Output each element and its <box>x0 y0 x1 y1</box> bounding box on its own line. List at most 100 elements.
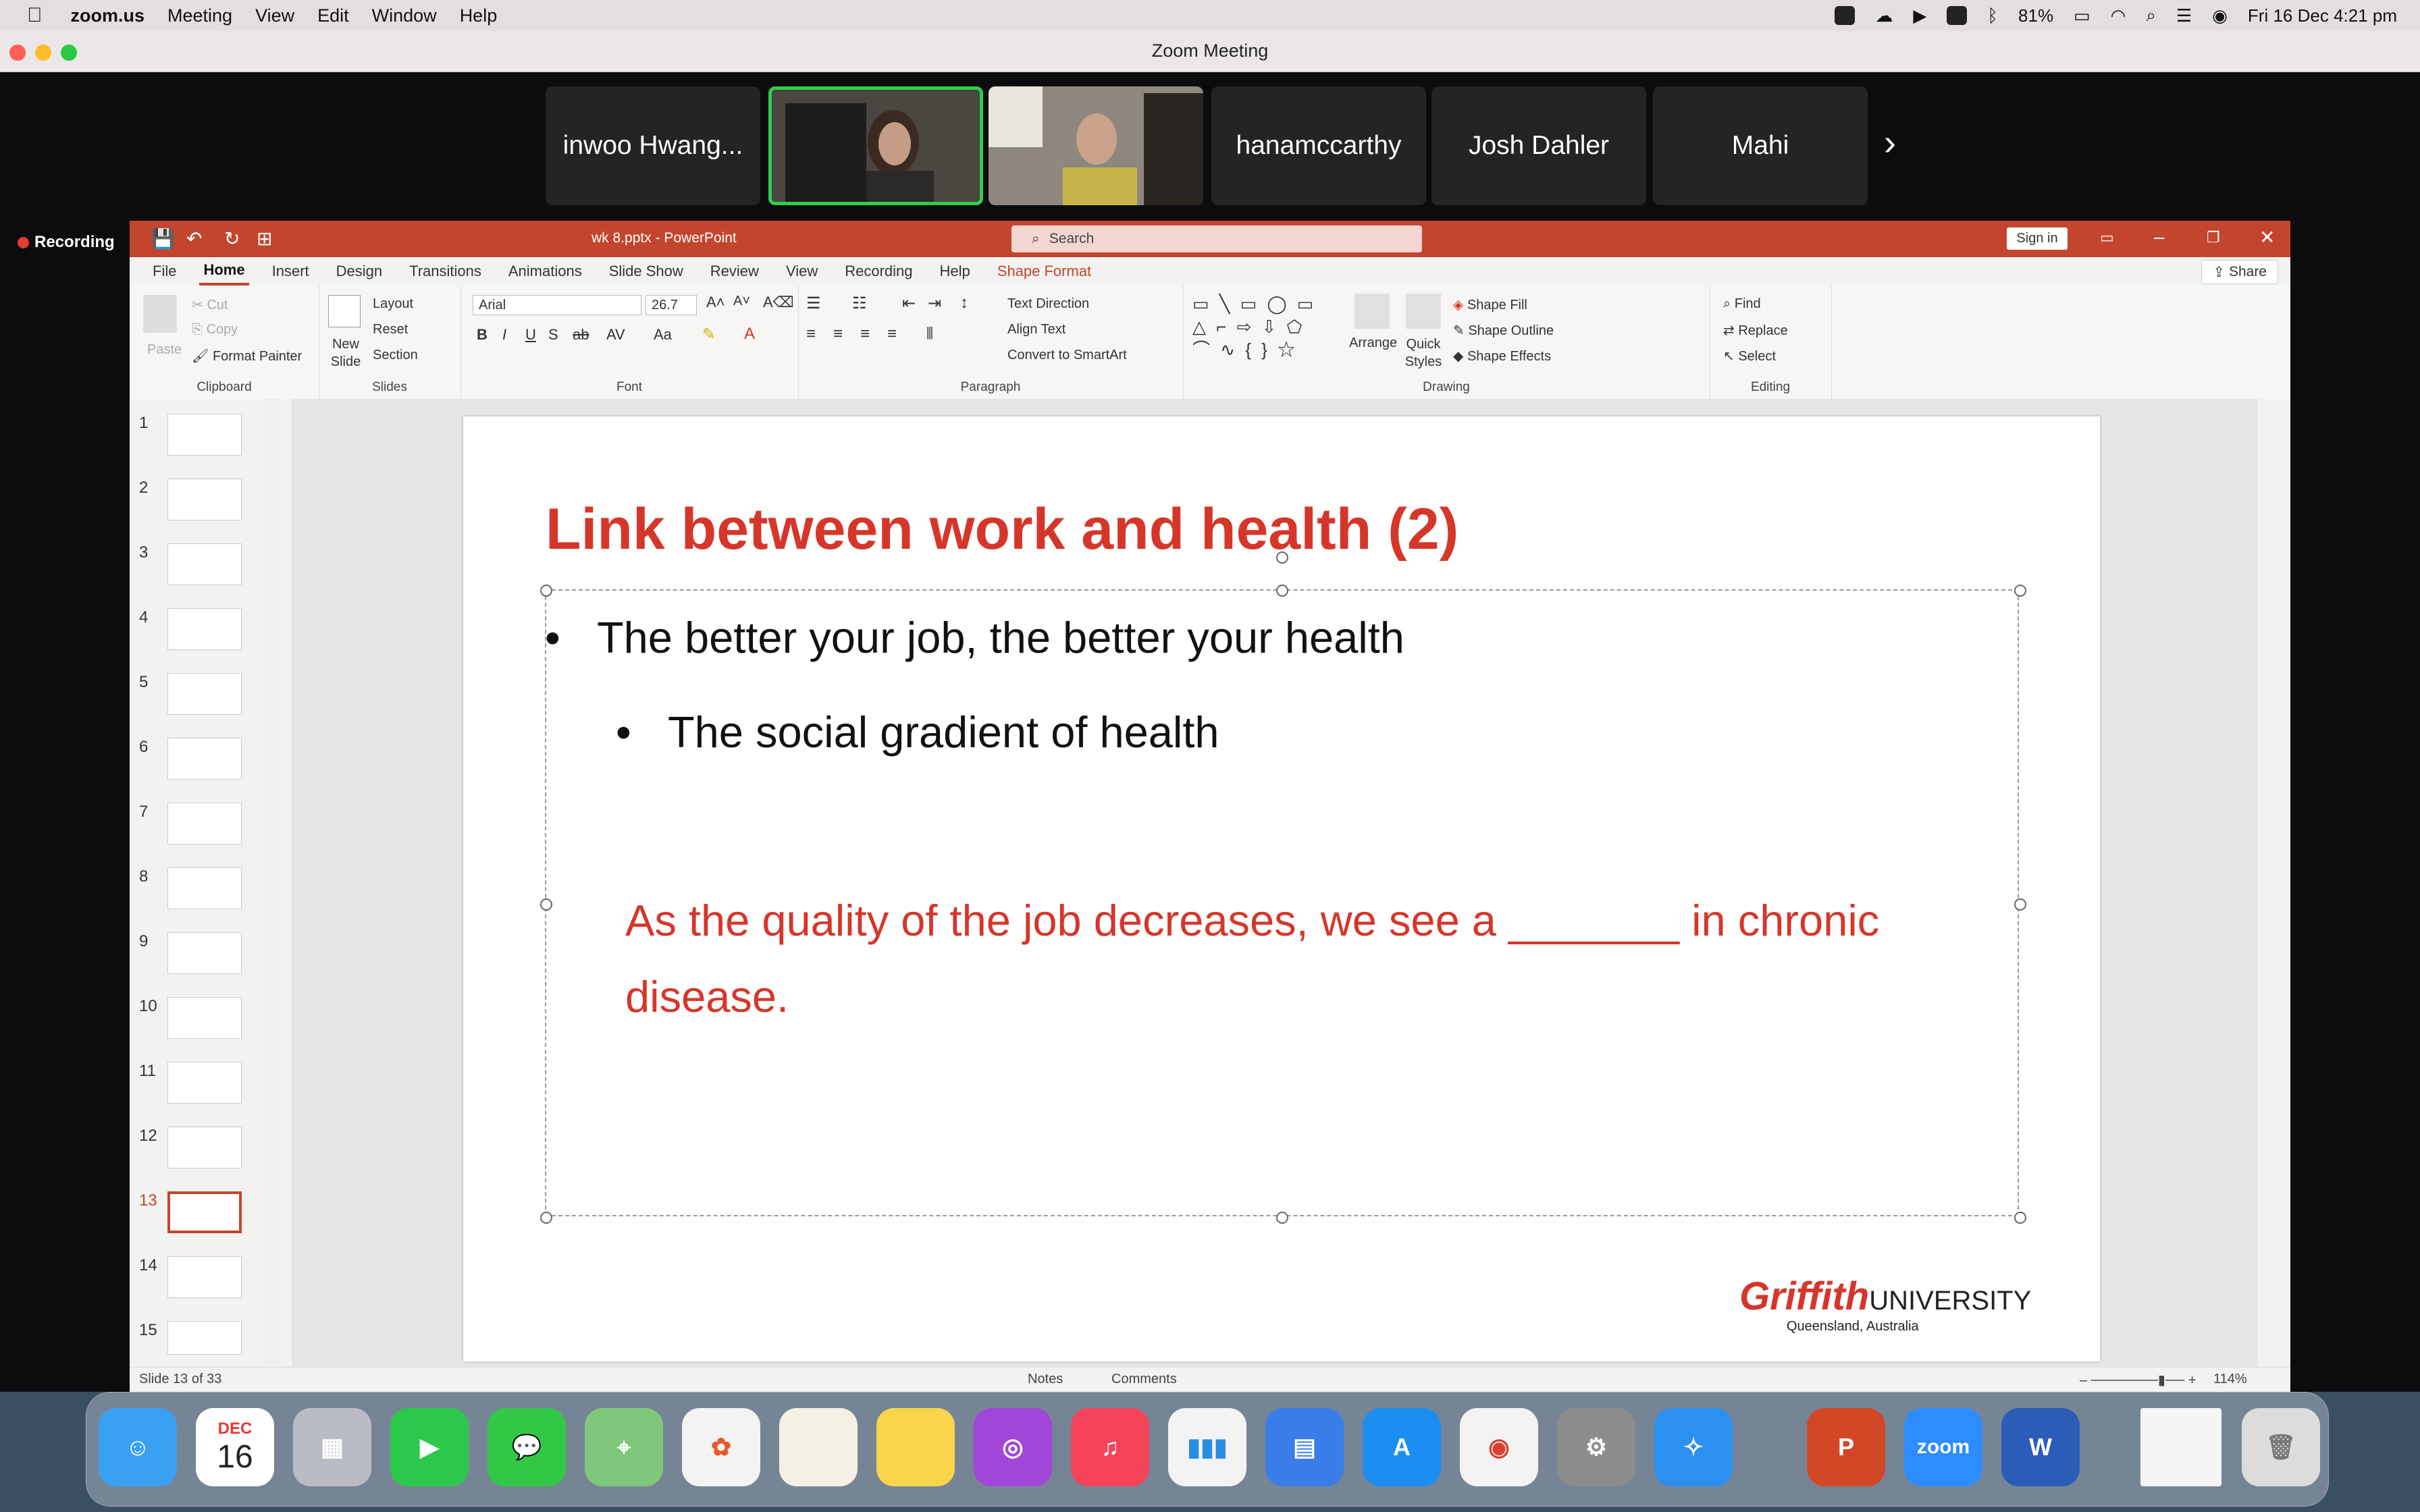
menubar-clock[interactable]: Fri 16 Dec 4:21 pm <box>2248 5 2397 26</box>
decrease-indent-icon[interactable]: ⇤ <box>902 294 916 313</box>
menu-window[interactable]: Window <box>372 5 437 26</box>
battery-icon[interactable]: ▭ <box>2074 5 2090 26</box>
replace-button[interactable]: ⇄ Replace <box>1723 322 1788 339</box>
ribbon-display-icon[interactable]: ▭ <box>2100 229 2114 246</box>
participant-tile-josh[interactable]: Josh Dahler <box>1431 86 1646 205</box>
thumbnail-scrollbar[interactable] <box>265 399 280 1367</box>
shape-outline-button[interactable]: ✎ Shape Outline <box>1453 322 1554 339</box>
chrome-icon[interactable]: ◉ <box>1460 1408 1538 1486</box>
word-icon[interactable]: W <box>2001 1408 2080 1486</box>
numbers-icon[interactable]: ▮▮▮ <box>1168 1408 1246 1486</box>
grow-font-icon[interactable]: A˄ <box>706 294 725 311</box>
highlight-icon[interactable]: ✎ <box>702 325 716 344</box>
justify-icon[interactable]: ≡ <box>887 325 897 344</box>
zoom-level[interactable]: 114% <box>2213 1372 2247 1387</box>
next-participants-icon[interactable]: › <box>1884 122 1896 163</box>
music-icon[interactable]: ♫ <box>1071 1408 1149 1486</box>
font-size-select[interactable]: 26.7 <box>646 295 697 315</box>
underline-icon[interactable]: U <box>525 326 536 344</box>
paste-button[interactable]: Paste <box>147 342 182 358</box>
quick-styles-icon[interactable] <box>1406 294 1441 329</box>
zoom-slider[interactable]: – ───────▮── + <box>2080 1372 2196 1388</box>
podcasts-icon[interactable]: ◎ <box>974 1408 1052 1486</box>
safari-icon[interactable]: ✧ <box>1654 1408 1733 1486</box>
resize-handle[interactable] <box>1276 585 1288 597</box>
shape-fill-button[interactable]: ◈ Shape Fill <box>1453 296 1527 313</box>
strikethrough-icon[interactable]: ab <box>573 326 589 344</box>
tab-transitions[interactable]: Transitions <box>405 259 485 284</box>
font-color-icon[interactable]: A <box>744 325 755 344</box>
spotlight-icon[interactable]: ⌕ <box>2146 5 2156 26</box>
calendar-icon[interactable]: DEC 16 <box>196 1408 274 1486</box>
redo-icon[interactable]: ↻ <box>224 227 240 250</box>
powerpoint-icon[interactable]: P <box>1807 1408 1885 1486</box>
italic-icon[interactable]: I <box>502 326 506 344</box>
tab-insert[interactable]: Insert <box>268 259 313 284</box>
participant-video-speaker[interactable] <box>768 86 983 205</box>
tab-animations[interactable]: Animations <box>504 259 586 284</box>
comments-button[interactable]: Comments <box>1111 1372 1177 1387</box>
slide-thumbnail[interactable] <box>167 608 242 650</box>
quick-styles-button[interactable]: Quick Styles <box>1403 335 1444 371</box>
slide-thumbnail[interactable] <box>167 1321 242 1355</box>
notes-button[interactable]: Notes <box>1028 1372 1063 1387</box>
copy-button[interactable]: ⎘ Copy <box>192 322 238 338</box>
tab-file[interactable]: File <box>149 259 180 284</box>
bullets-icon[interactable]: ☰ <box>806 294 821 313</box>
zoom-app-icon[interactable]: zoom <box>1904 1408 1982 1486</box>
input-method-icon[interactable] <box>1947 6 1968 25</box>
arrange-button[interactable]: Arrange <box>1349 335 1397 351</box>
wifi-icon[interactable]: ◠ <box>2111 5 2126 26</box>
new-slide-icon[interactable] <box>328 295 361 327</box>
resize-handle[interactable] <box>540 1212 552 1224</box>
trash-icon[interactable]: 🗑 <box>2242 1408 2320 1486</box>
bluetooth-icon[interactable]: ᛒ <box>1987 5 1998 26</box>
sign-in-button[interactable]: Sign in <box>2007 227 2068 250</box>
save-icon[interactable]: 💾 <box>151 227 175 250</box>
tab-shape-format[interactable]: Shape Format <box>993 259 1095 284</box>
slide-thumbnail[interactable] <box>167 543 242 585</box>
apple-icon[interactable]:  <box>27 4 43 27</box>
notes-icon[interactable] <box>779 1408 858 1486</box>
shadow-icon[interactable]: S <box>548 326 558 344</box>
slide-thumbnail[interactable] <box>167 997 242 1039</box>
zoom-status-icon[interactable] <box>1835 6 1856 25</box>
finder-icon[interactable]: ☺ <box>99 1408 177 1486</box>
arrange-icon[interactable] <box>1354 294 1390 329</box>
shrink-font-icon[interactable]: A˅ <box>733 294 750 309</box>
rotate-handle-icon[interactable] <box>1276 551 1288 564</box>
control-center-icon[interactable]: ☰ <box>2176 5 2192 26</box>
app-store-icon[interactable]: A <box>1363 1408 1441 1486</box>
shapes-gallery[interactable]: ▭ ╲ ▭ ◯ ▭ △ ⌐ ⇨ ⇩ ⬠ ⌒ ∿ { } ☆ <box>1192 292 1334 362</box>
maps-icon[interactable]: ⌖ <box>585 1408 663 1486</box>
slide-thumbnail[interactable] <box>167 1256 242 1298</box>
tab-view[interactable]: View <box>782 259 822 284</box>
line-spacing-icon[interactable]: ↕ <box>960 294 968 313</box>
increase-indent-icon[interactable]: ⇥ <box>928 294 941 313</box>
columns-icon[interactable]: ⫴ <box>926 325 933 344</box>
search-box[interactable]: ⌕ Search <box>1011 225 1422 252</box>
siri-icon[interactable]: ◉ <box>2212 5 2228 26</box>
tab-recording[interactable]: Recording <box>841 259 916 284</box>
reset-button[interactable]: Reset <box>373 322 408 338</box>
keynote-icon[interactable]: ▤ <box>1265 1408 1344 1486</box>
slide-thumbnail[interactable] <box>167 1062 242 1104</box>
find-button[interactable]: ⌕ Find <box>1723 296 1761 312</box>
text-direction-button[interactable]: Text Direction <box>1007 296 1089 312</box>
section-button[interactable]: Section <box>373 348 418 363</box>
tab-slide-show[interactable]: Slide Show <box>605 259 687 284</box>
creative-cloud-icon[interactable]: ☁ <box>1875 5 1893 26</box>
launchpad-icon[interactable]: ▦ <box>293 1408 371 1486</box>
menu-view[interactable]: View <box>255 5 294 26</box>
resize-handle[interactable] <box>2014 585 2026 597</box>
resize-handle[interactable] <box>540 898 552 911</box>
slide[interactable]: Link between work and health (2) • The b… <box>463 416 2100 1361</box>
resize-handle[interactable] <box>1276 1212 1288 1224</box>
resize-handle[interactable] <box>2014 898 2026 911</box>
slide-thumbnail[interactable] <box>167 479 242 520</box>
slide-title[interactable]: Link between work and health (2) <box>546 496 1458 563</box>
paste-icon[interactable] <box>143 295 177 333</box>
slide-thumbnail[interactable] <box>167 738 242 780</box>
messages-icon[interactable]: 💬 <box>488 1408 566 1486</box>
canvas-scrollbar[interactable] <box>2258 399 2290 1367</box>
